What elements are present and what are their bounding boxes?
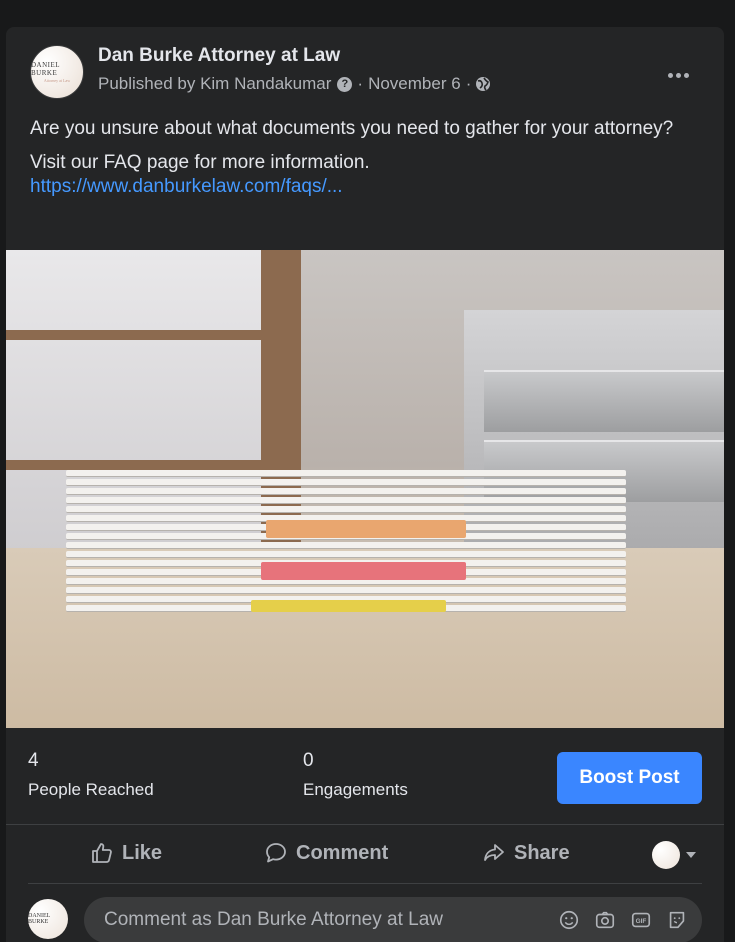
- comment-tools: GIF: [558, 909, 688, 931]
- people-reached-value: 4: [28, 750, 39, 771]
- people-reached-stat[interactable]: 4 People Reached: [28, 750, 154, 800]
- yellow-tab: [251, 600, 446, 612]
- comment-input[interactable]: Comment as Dan Burke Attorney at Law GIF: [84, 897, 702, 942]
- avatar-subtitle: Attorney at Law: [43, 78, 71, 83]
- share-button[interactable]: Share: [482, 825, 570, 881]
- post-text-paragraph-2: Visit our FAQ page for more information.…: [30, 151, 700, 199]
- share-label: Share: [514, 841, 570, 864]
- emoji-icon[interactable]: [558, 909, 580, 931]
- camera-icon[interactable]: [594, 909, 616, 931]
- meta-separator-2: ·: [465, 74, 472, 93]
- post-meta: Published by Kim Nandakumar ? · November…: [98, 74, 491, 94]
- faq-link[interactable]: https://www.danburkelaw.com/faqs/...: [30, 175, 700, 199]
- like-button[interactable]: Like: [90, 825, 162, 881]
- page-name-link[interactable]: Dan Burke Attorney at Law: [98, 45, 340, 67]
- comment-icon: [266, 843, 286, 863]
- meta-separator: ·: [357, 74, 364, 93]
- sticker-icon[interactable]: [666, 909, 688, 931]
- comment-placeholder: Comment as Dan Burke Attorney at Law: [104, 909, 443, 930]
- chevron-down-icon[interactable]: [686, 852, 696, 858]
- commenter-monogram: DANIEL BURKE: [28, 913, 51, 925]
- more-options-icon[interactable]: [664, 67, 692, 83]
- page-avatar[interactable]: DANIEL BURKE Attorney at Law: [30, 45, 84, 99]
- globe-icon[interactable]: [475, 76, 491, 92]
- post-as-avatar[interactable]: [652, 841, 680, 869]
- comment-button[interactable]: Comment: [264, 825, 388, 881]
- comment-composer: DANIEL BURKE Comment as Dan Burke Attorn…: [28, 893, 702, 942]
- svg-text:GIF: GIF: [636, 918, 647, 925]
- orange-tab: [266, 520, 466, 538]
- post-actions: Like Comment Share: [28, 825, 702, 884]
- gif-icon[interactable]: GIF: [630, 909, 652, 931]
- engagements-value: 0: [303, 750, 314, 771]
- post-insights: 4 People Reached 0 Engagements Boost Pos…: [6, 728, 724, 825]
- comment-label: Comment: [296, 841, 389, 864]
- paper-stack: [66, 470, 626, 630]
- shelf-board: [6, 330, 296, 340]
- pink-tab: [261, 562, 466, 580]
- avatar-monogram: DANIEL BURKE: [31, 61, 60, 77]
- cabinet-drawer: [484, 370, 724, 432]
- post-text-paragraph-1: Are you unsure about what documents you …: [30, 118, 674, 139]
- engagements-label: Engagements: [303, 780, 408, 799]
- post-image[interactable]: [6, 250, 724, 728]
- post-text-line-2: Visit our FAQ page for more information.: [30, 152, 370, 173]
- post-header: DANIEL BURKE Attorney at Law Dan Burke A…: [30, 43, 724, 107]
- commenter-avatar[interactable]: DANIEL BURKE: [28, 899, 68, 939]
- thumbs-up-icon: [92, 843, 112, 863]
- engagements-stat[interactable]: 0 Engagements: [303, 750, 408, 800]
- people-reached-label: People Reached: [28, 780, 154, 799]
- shelf-board: [6, 460, 296, 470]
- help-icon[interactable]: ?: [337, 76, 353, 92]
- post-date-link[interactable]: November 6: [368, 74, 461, 94]
- like-label: Like: [122, 841, 163, 864]
- post-card: DANIEL BURKE Attorney at Law Dan Burke A…: [6, 27, 724, 942]
- boost-post-button[interactable]: Boost Post: [557, 752, 702, 804]
- published-by-text: Published by Kim Nandakumar: [98, 74, 332, 93]
- post-body: Are you unsure about what documents you …: [30, 117, 700, 209]
- share-arrow-icon: [484, 844, 504, 861]
